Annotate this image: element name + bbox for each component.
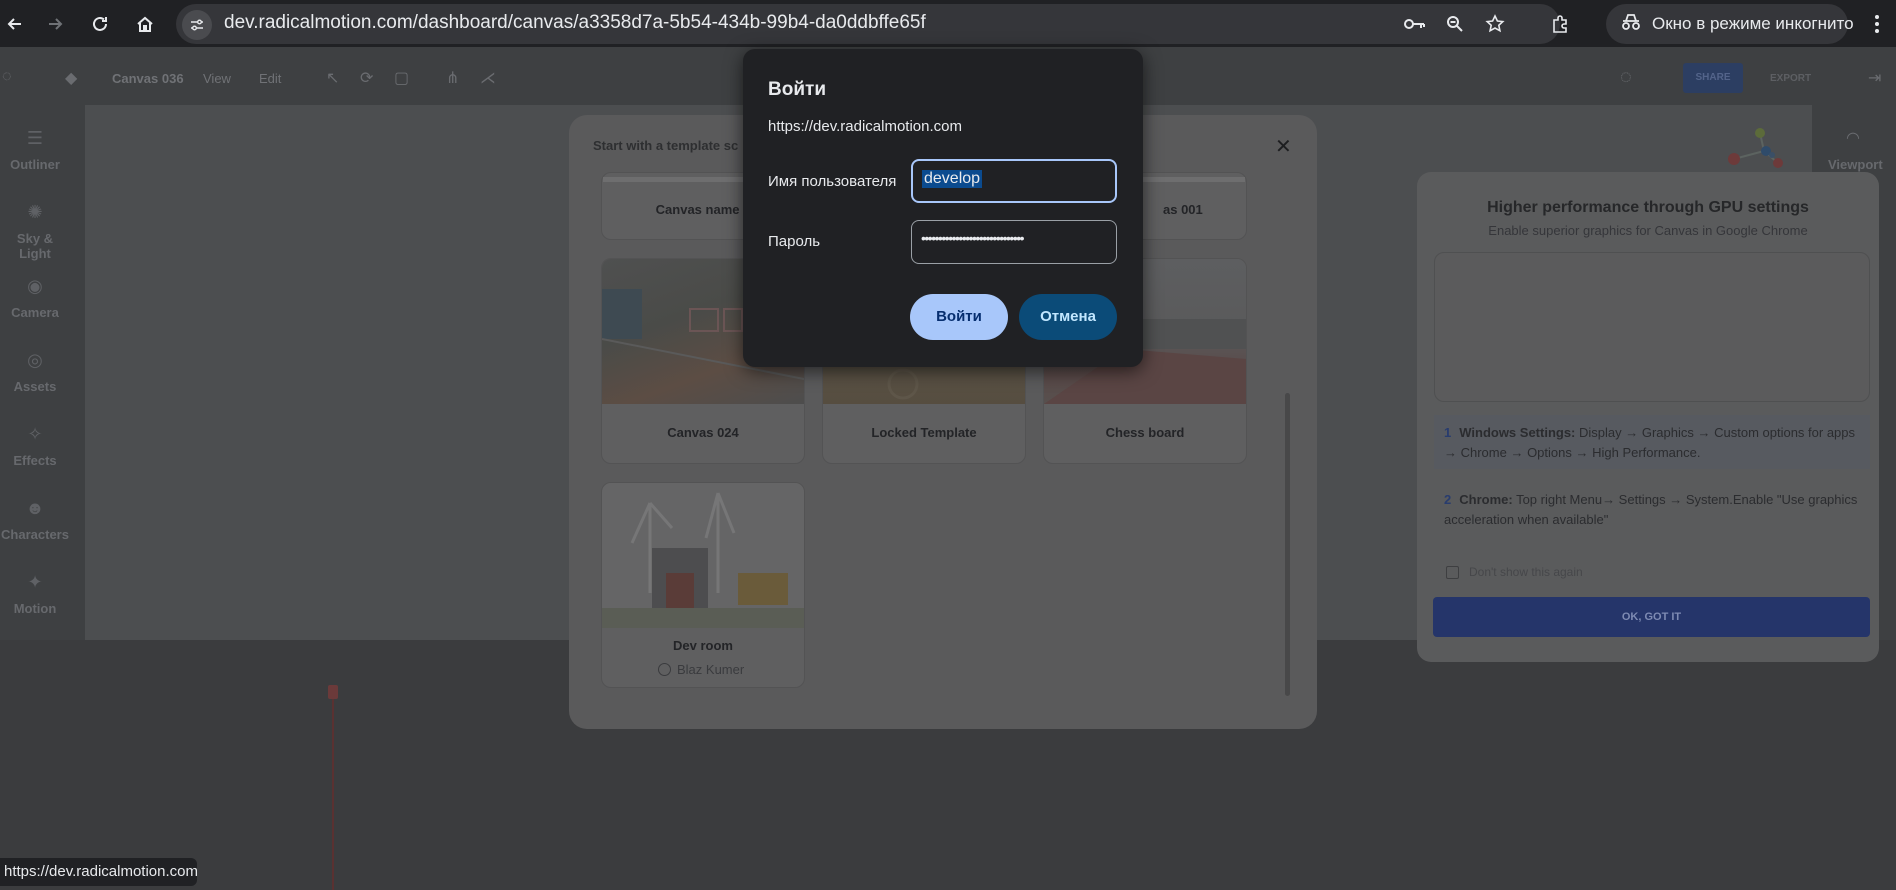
gpu-step-1: 1 Windows Settings: Display → Graphics → … [1434, 415, 1870, 469]
dont-show-label: Don't show this again [1469, 565, 1583, 579]
eye-icon: ◠ [1846, 130, 1860, 147]
card-label: Chess board [1105, 425, 1185, 440]
card-thumbnail [602, 483, 804, 628]
extensions-icon[interactable] [1545, 9, 1575, 39]
forward-icon[interactable] [40, 9, 70, 39]
star-icon[interactable] [1480, 9, 1510, 39]
step-heading: Windows Settings: [1459, 425, 1576, 440]
modal-scrollbar[interactable] [1285, 393, 1290, 696]
cube-icon[interactable]: ◆ [65, 68, 77, 88]
gpu-preview-box [1434, 252, 1870, 402]
username-value[interactable]: develop [922, 170, 983, 188]
dont-show-checkbox[interactable] [1446, 565, 1459, 579]
card-label: Canvas 024 [667, 425, 739, 440]
template-modal-title: Start with a template sc [593, 138, 739, 153]
sun-icon: ✺ [27, 202, 43, 222]
export-button[interactable]: EXPORT [1770, 73, 1811, 84]
layers-icon: ☰ [26, 128, 44, 148]
card-author: Blaz Kumer [658, 662, 744, 677]
effects-icon: ✧ [27, 424, 43, 444]
share-button[interactable]: SHARE [1683, 63, 1743, 93]
key-icon[interactable] [1400, 9, 1430, 39]
menu-icon[interactable] [1862, 9, 1892, 39]
card-label: Locked Template [871, 425, 977, 440]
auth-dialog-site: https://dev.radicalmotion.com [768, 118, 962, 135]
cancel-button[interactable]: Отмена [1019, 294, 1117, 340]
logo-icon[interactable]: ◌ [2, 68, 12, 86]
menu-view[interactable]: View [203, 71, 231, 86]
axis-gizmo[interactable] [1720, 125, 1790, 175]
scale-tool-icon[interactable]: ▢ [394, 68, 409, 88]
step-heading: Chrome: [1459, 492, 1513, 507]
character-icon: ☻ [25, 498, 45, 518]
canvas-name[interactable]: Canvas 036 [112, 71, 184, 86]
close-icon[interactable]: ✕ [1275, 134, 1292, 159]
username-label: Имя пользователя [768, 173, 897, 190]
sidebar-item-camera[interactable]: Camera [0, 305, 70, 320]
password-label: Пароль [768, 233, 821, 250]
auth-dialog-title: Войти [768, 79, 826, 100]
share-node-icon[interactable]: ⋌ [480, 68, 496, 88]
menu-edit[interactable]: Edit [259, 71, 281, 86]
avatar-icon [658, 663, 671, 676]
home-icon[interactable] [130, 9, 160, 39]
sign-in-button[interactable]: Войти [910, 294, 1008, 340]
playhead-line [332, 699, 334, 890]
assets-icon: ◎ [27, 350, 43, 370]
incognito-chip[interactable]: Окно в режиме инкогнито [1606, 4, 1854, 44]
rotate-tool-icon[interactable]: ⟳ [360, 68, 373, 88]
incognito-icon [1620, 13, 1642, 36]
ok-got-it-button[interactable]: OK, GOT IT [1433, 597, 1870, 637]
sync-icon[interactable]: ◌ [1620, 66, 1632, 89]
password-mask[interactable]: •••••••••••••••••••••••••••••• [921, 230, 1107, 246]
sidebar-item-characters[interactable]: Characters [0, 527, 70, 542]
playhead-marker[interactable] [328, 685, 338, 699]
sidebar-item-sky-light[interactable]: Sky & Light [0, 231, 70, 261]
back-icon[interactable] [0, 9, 30, 39]
site-info-icon[interactable] [182, 10, 212, 40]
sidebar-item-motion[interactable]: Motion [0, 601, 70, 616]
url-text[interactable]: dev.radicalmotion.com/dashboard/canvas/a… [224, 12, 926, 34]
select-tool-icon[interactable]: ↖ [326, 68, 339, 88]
zoom-icon[interactable] [1440, 9, 1470, 39]
step-number: 1 [1444, 425, 1452, 440]
reload-icon[interactable] [85, 9, 115, 39]
viewport-label[interactable]: Viewport [1828, 157, 1883, 172]
node-tool-icon[interactable]: ⋔ [446, 68, 459, 88]
dont-show-again[interactable]: Don't show this again [1446, 565, 1583, 579]
status-url: https://dev.radicalmotion.com [0, 858, 197, 886]
camera-icon: ◉ [27, 276, 43, 296]
gpu-panel-title: Higher performance through GPU settings [1487, 199, 1809, 216]
incognito-label: Окно в режиме инкогнито [1652, 14, 1854, 33]
left-sidebar [0, 105, 85, 640]
motion-icon: ✦ [27, 572, 43, 592]
gpu-panel-subtitle: Enable superior graphics for Canvas in G… [1488, 223, 1808, 238]
sidebar-item-effects[interactable]: Effects [0, 453, 70, 468]
step-number: 2 [1444, 492, 1452, 507]
card-label: Dev room [673, 638, 733, 653]
gpu-step-2: 2 Chrome: Top right Menu→ Settings → Syst… [1434, 486, 1870, 546]
sidebar-item-outliner[interactable]: Outliner [0, 157, 70, 172]
author-name: Blaz Kumer [677, 662, 745, 677]
sidebar-item-assets[interactable]: Assets [0, 379, 70, 394]
collapse-icon[interactable]: ⇥ [1868, 68, 1881, 88]
